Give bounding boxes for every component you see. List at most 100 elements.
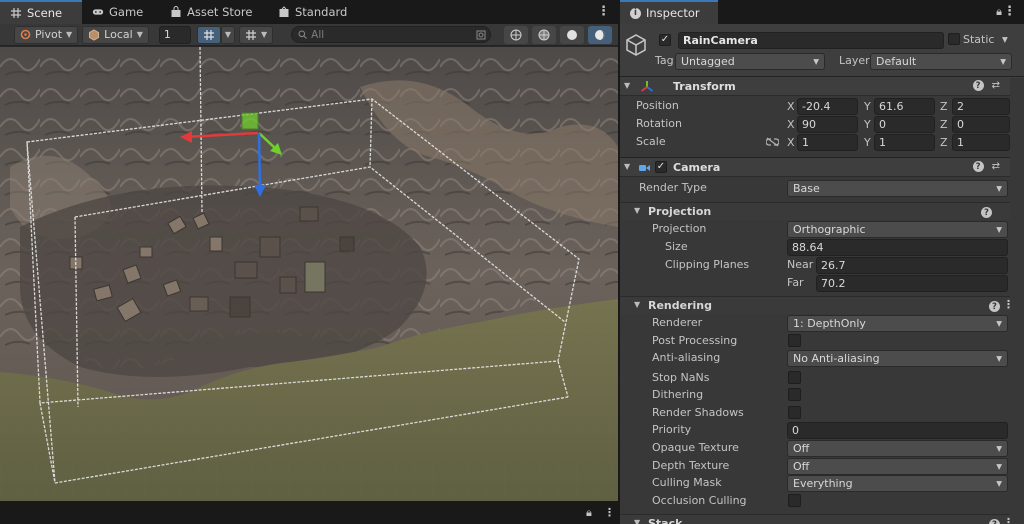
grid-snap-dropdown[interactable]: ▼ bbox=[220, 25, 235, 44]
rotation-z-field[interactable]: 0 bbox=[952, 116, 1010, 133]
render-shadows-checkbox[interactable] bbox=[788, 406, 801, 419]
size-field[interactable]: 88.64 bbox=[787, 239, 1008, 256]
rotation-x-field[interactable]: 90 bbox=[797, 116, 858, 133]
culling-mask-label: Culling Mask bbox=[652, 476, 722, 489]
clipping-planes-label: Clipping Planes bbox=[665, 258, 750, 271]
space-toggle[interactable]: Local ▼ bbox=[82, 25, 149, 44]
shading-unlit-button[interactable] bbox=[588, 25, 612, 44]
cast-icon bbox=[279, 6, 289, 17]
far-field[interactable]: 70.2 bbox=[816, 275, 1008, 292]
foldout-arrow-icon[interactable]: ▼ bbox=[624, 162, 630, 171]
tab-standard[interactable]: Standard bbox=[268, 0, 368, 24]
tab-asset-store[interactable]: Asset Store bbox=[160, 0, 268, 24]
foldout-arrow-icon[interactable]: ▼ bbox=[634, 206, 640, 215]
anti-aliasing-dropdown[interactable]: No Anti-aliasing bbox=[787, 350, 1008, 367]
stack-section-header[interactable]: ▼ Stack ? ⋮ bbox=[620, 514, 1024, 524]
help-icon[interactable]: ? bbox=[972, 161, 984, 172]
scale-z-field[interactable]: 1 bbox=[952, 134, 1010, 151]
stop-nans-checkbox[interactable] bbox=[788, 371, 801, 384]
help-icon[interactable]: ? bbox=[989, 519, 1000, 524]
layer-label: Layer bbox=[839, 54, 870, 67]
shading-shaded-button[interactable] bbox=[560, 25, 584, 44]
near-field[interactable]: 26.7 bbox=[816, 257, 1008, 274]
position-x-field[interactable]: -20.4 bbox=[797, 98, 858, 115]
foldout-arrow-icon[interactable]: ▼ bbox=[634, 300, 640, 309]
help-icon[interactable]: ? bbox=[972, 80, 984, 91]
position-y-field[interactable]: 61.6 bbox=[874, 98, 935, 115]
more-options-icon[interactable]: ⋮ bbox=[604, 506, 615, 519]
priority-label: Priority bbox=[652, 423, 692, 436]
transform-axes-icon bbox=[640, 81, 654, 92]
chevron-down-icon: ▼ bbox=[66, 30, 73, 39]
gamepad-icon bbox=[92, 9, 104, 15]
search-icon bbox=[298, 30, 308, 39]
search-filter-icon[interactable] bbox=[476, 30, 486, 40]
scale-y-field[interactable]: 1 bbox=[874, 134, 935, 151]
tab-inspector[interactable]: i Inspector bbox=[620, 0, 718, 24]
renderer-dropdown[interactable]: 1: DepthOnly bbox=[787, 315, 1008, 332]
inspector-panel: i Inspector 🔒︎ ⋮ ✓ RainCamera Static ▼ T… bbox=[620, 0, 1024, 524]
tab-scene-label: Scene bbox=[27, 6, 63, 20]
gameobject-cube-icon bbox=[626, 34, 646, 56]
help-icon[interactable]: ? bbox=[989, 301, 1000, 312]
active-checkbox[interactable]: ✓ bbox=[659, 34, 671, 46]
projection-dropdown[interactable]: Orthographic bbox=[787, 221, 1008, 238]
render-type-dropdown[interactable]: Base bbox=[787, 180, 1008, 197]
pivot-icon bbox=[20, 29, 31, 40]
cube-icon bbox=[89, 28, 100, 41]
static-checkbox[interactable] bbox=[948, 33, 960, 45]
preset-icon[interactable]: ⇄ bbox=[992, 161, 1000, 172]
camera-enabled-checkbox[interactable]: ✓ bbox=[655, 161, 667, 173]
stop-nans-label: Stop NaNs bbox=[652, 371, 710, 384]
scene-search-input[interactable]: All bbox=[291, 26, 492, 43]
constrain-proportions-icon[interactable] bbox=[766, 137, 779, 147]
rendering-section-header[interactable]: ▼ Rendering ? ⋮ bbox=[620, 296, 1024, 314]
preset-icon[interactable]: ⇄ bbox=[992, 80, 1000, 91]
renderer-label: Renderer bbox=[652, 316, 703, 329]
camera-header[interactable]: ▼ ✓ Camera ? ⇄ ⋮ bbox=[620, 157, 1024, 177]
tag-dropdown[interactable]: Untagged bbox=[675, 53, 825, 70]
scale-y-axis: Y bbox=[864, 136, 871, 149]
grid-visibility-toggle[interactable]: ▼ bbox=[239, 25, 274, 44]
camera-title: Camera bbox=[673, 161, 721, 174]
inspector-scrollbar[interactable] bbox=[1010, 78, 1024, 524]
position-z-field[interactable]: 2 bbox=[952, 98, 1010, 115]
grid-snap-toggle[interactable] bbox=[196, 25, 221, 44]
scale-z-axis: Z bbox=[940, 136, 948, 149]
projection-section-header[interactable]: ▼ Projection ? bbox=[620, 202, 1024, 220]
position-label: Position bbox=[636, 99, 679, 112]
more-options-icon[interactable]: ⋮ bbox=[1003, 4, 1016, 19]
dithering-checkbox[interactable] bbox=[788, 388, 801, 401]
depth-texture-dropdown[interactable]: Off bbox=[787, 458, 1008, 475]
scene-render bbox=[0, 47, 618, 501]
shading-shaded-wireframe-button[interactable] bbox=[532, 25, 556, 44]
tab-scene[interactable]: Scene bbox=[0, 0, 82, 24]
tab-game[interactable]: Game bbox=[82, 0, 160, 24]
transform-header[interactable]: ▼ Transform ? ⇄ ⋮ bbox=[620, 76, 1024, 96]
pivot-toggle[interactable]: Pivot ▼ bbox=[14, 25, 79, 44]
shading-wireframe-button[interactable] bbox=[504, 25, 528, 44]
info-icon: i bbox=[630, 7, 641, 19]
tag-label: Tag bbox=[655, 54, 674, 67]
culling-mask-dropdown[interactable]: Everything bbox=[787, 475, 1008, 492]
position-x-axis: X bbox=[787, 100, 795, 113]
opaque-texture-dropdown[interactable]: Off bbox=[787, 440, 1008, 457]
post-processing-checkbox[interactable] bbox=[788, 334, 801, 347]
layer-dropdown[interactable]: Default bbox=[870, 53, 1012, 70]
tab-inspector-label: Inspector bbox=[646, 6, 700, 20]
scene-toolbar: Pivot ▼ Local ▼ 1 ▼ ▼ All bbox=[0, 24, 618, 46]
foldout-arrow-icon[interactable]: ▼ bbox=[624, 81, 630, 90]
occlusion-culling-checkbox[interactable] bbox=[788, 494, 801, 507]
rotation-y-field[interactable]: 0 bbox=[874, 116, 935, 133]
lock-icon[interactable]: 🔒︎ bbox=[996, 5, 1002, 19]
help-icon[interactable]: ? bbox=[981, 207, 992, 218]
scale-x-field[interactable]: 1 bbox=[797, 134, 858, 151]
snap-increment-field[interactable]: 1 bbox=[158, 25, 191, 44]
chevron-down-icon[interactable]: ▼ bbox=[1002, 35, 1008, 44]
scene-viewport[interactable] bbox=[0, 47, 618, 501]
more-options-icon[interactable]: ⋮ bbox=[597, 4, 610, 19]
priority-field[interactable]: 0 bbox=[787, 422, 1008, 439]
object-name-field[interactable]: RainCamera bbox=[678, 32, 944, 49]
lock-icon[interactable]: 🔒︎ bbox=[586, 506, 592, 520]
foldout-arrow-icon[interactable]: ▼ bbox=[634, 518, 640, 524]
